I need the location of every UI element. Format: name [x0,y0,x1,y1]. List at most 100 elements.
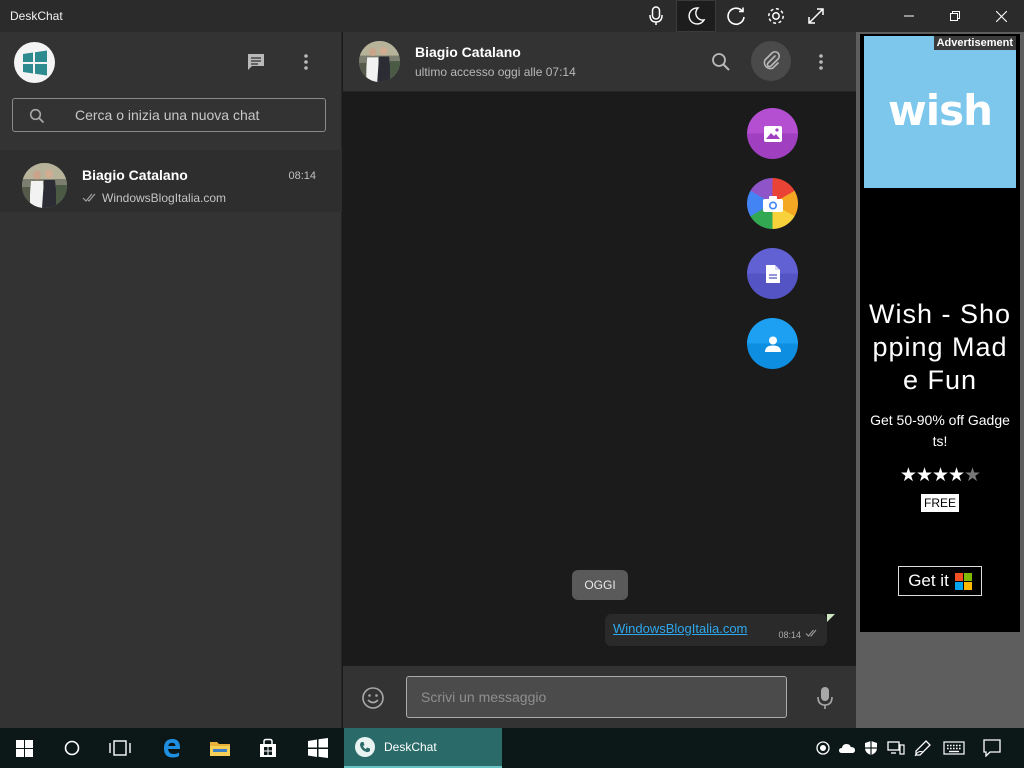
profile-avatar[interactable] [14,42,55,83]
ad-panel: Advertisement wish Wish - Shopping Made … [856,32,1024,728]
chat-contact-name: Biagio Catalano [82,167,188,183]
ad-cta-label: Get it [908,571,949,590]
outgoing-message: WindowsBlogItalia.com 08:14 [605,614,827,646]
file-explorer-button[interactable] [196,728,244,768]
ad-rating-stars: ★★★★ [899,465,965,486]
task-view-button[interactable] [96,728,144,768]
emoji-icon [362,687,384,709]
sidebar-header [0,32,341,92]
cortana-circle-icon [64,740,80,756]
chat-timestamp: 08:14 [288,170,316,182]
gear-icon [768,8,784,24]
message-input[interactable] [406,676,787,718]
moon-icon [688,7,706,25]
contact-photo-icon [22,163,67,208]
date-separator: OGGI [572,570,628,600]
search-icon [29,108,45,124]
refresh-button[interactable] [716,0,756,32]
deskchat-logo-icon [22,50,47,75]
gallery-icon [763,125,782,142]
microphone-icon [649,6,663,25]
message-link[interactable]: WindowsBlogItalia.com [613,621,747,636]
voice-message-button[interactable] [813,685,837,711]
emoji-button[interactable] [361,686,385,710]
ad-label: Advertisement [933,36,1016,50]
double-check-icon [82,193,96,202]
pinned-app-button[interactable] [294,728,342,768]
attach-contact-button[interactable] [747,318,798,369]
advertisement[interactable]: Advertisement wish Wish - Shopping Made … [860,34,1020,632]
contact-avatar [22,163,67,208]
ad-subtitle: Get 50-90% off Gadgets! [870,412,1010,449]
conversation-contact-name: Biagio Catalano [415,44,521,60]
folder-icon [210,742,230,756]
more-vertical-icon [819,54,823,70]
tray-keyboard-button[interactable] [940,728,968,768]
conversation-search-button[interactable] [709,50,733,74]
tray-defender-button[interactable] [860,728,882,768]
tray-onedrive-button[interactable] [836,728,858,768]
microphone-icon [817,687,833,709]
search-box [12,98,326,132]
refresh-icon [727,7,745,26]
fullscreen-button[interactable] [796,0,836,32]
sidebar: Biagio Catalano 08:14 WindowsBlogItalia.… [0,32,342,728]
cortana-button[interactable] [48,728,96,768]
keyboard-icon [943,741,965,755]
edge-browser-icon [164,739,181,758]
minimize-button[interactable] [886,0,932,32]
contact-photo-icon [359,41,400,82]
tray-network-button[interactable] [884,728,908,768]
microsoft-store-icon [954,572,972,590]
attach-button[interactable] [751,41,791,81]
message-composer [343,666,856,728]
contact-icon [764,336,781,352]
attach-gallery-button[interactable] [747,108,798,159]
notification-icon [983,739,1001,757]
half-star-icon: ★ [964,465,981,486]
chat-list-item[interactable]: Biagio Catalano 08:14 WindowsBlogItalia.… [0,150,342,212]
message-tail [827,614,835,622]
ad-get-it-button[interactable]: Get it [898,566,982,596]
search-input[interactable] [75,99,315,131]
sidebar-menu-button[interactable] [294,50,318,74]
windows-logo-icon [15,739,33,757]
window-title: DeskChat [10,9,63,23]
conversation-avatar[interactable] [359,41,400,82]
message-area: OGGI WindowsBlogItalia.com 08:14 [343,92,856,666]
night-mode-toggle[interactable] [676,0,716,32]
close-button[interactable] [978,0,1024,32]
title-bar: DeskChat [0,0,1024,32]
new-chat-icon [248,54,264,70]
restore-icon [950,11,960,21]
taskbar-app-label: DeskChat [384,740,437,754]
paperclip-icon [763,50,781,70]
deskchat-phone-icon [355,737,375,757]
cloud-icon [839,744,855,753]
app-tiles-icon [308,738,328,758]
chat-preview: WindowsBlogItalia.com [82,191,226,205]
search-icon [712,53,730,71]
deskchat-taskbar-button[interactable]: DeskChat [344,728,502,768]
tray-record-button[interactable] [814,728,832,768]
action-center-button[interactable] [978,728,1006,768]
start-button[interactable] [0,728,48,768]
ad-rating: ★★★★★ [860,464,1020,487]
restore-button[interactable] [932,0,978,32]
new-chat-button[interactable] [244,50,268,74]
last-seen-status: ultimo accesso oggi alle 07:14 [415,65,576,79]
record-circle-icon [816,741,830,755]
settings-button[interactable] [756,0,796,32]
edge-taskbar-button[interactable] [148,728,196,768]
tray-pen-button[interactable] [910,728,936,768]
conversation-menu-button[interactable] [809,50,833,74]
ad-banner: Advertisement wish [864,36,1016,188]
attach-camera-button[interactable] [747,178,798,229]
camera-icon [762,195,783,212]
taskbar: DeskChat [0,728,1024,768]
attach-document-button[interactable] [747,248,798,299]
microphone-toolbar-button[interactable] [636,0,676,32]
store-taskbar-button[interactable] [244,728,292,768]
pen-ink-icon [914,740,931,757]
network-icon [887,741,905,755]
